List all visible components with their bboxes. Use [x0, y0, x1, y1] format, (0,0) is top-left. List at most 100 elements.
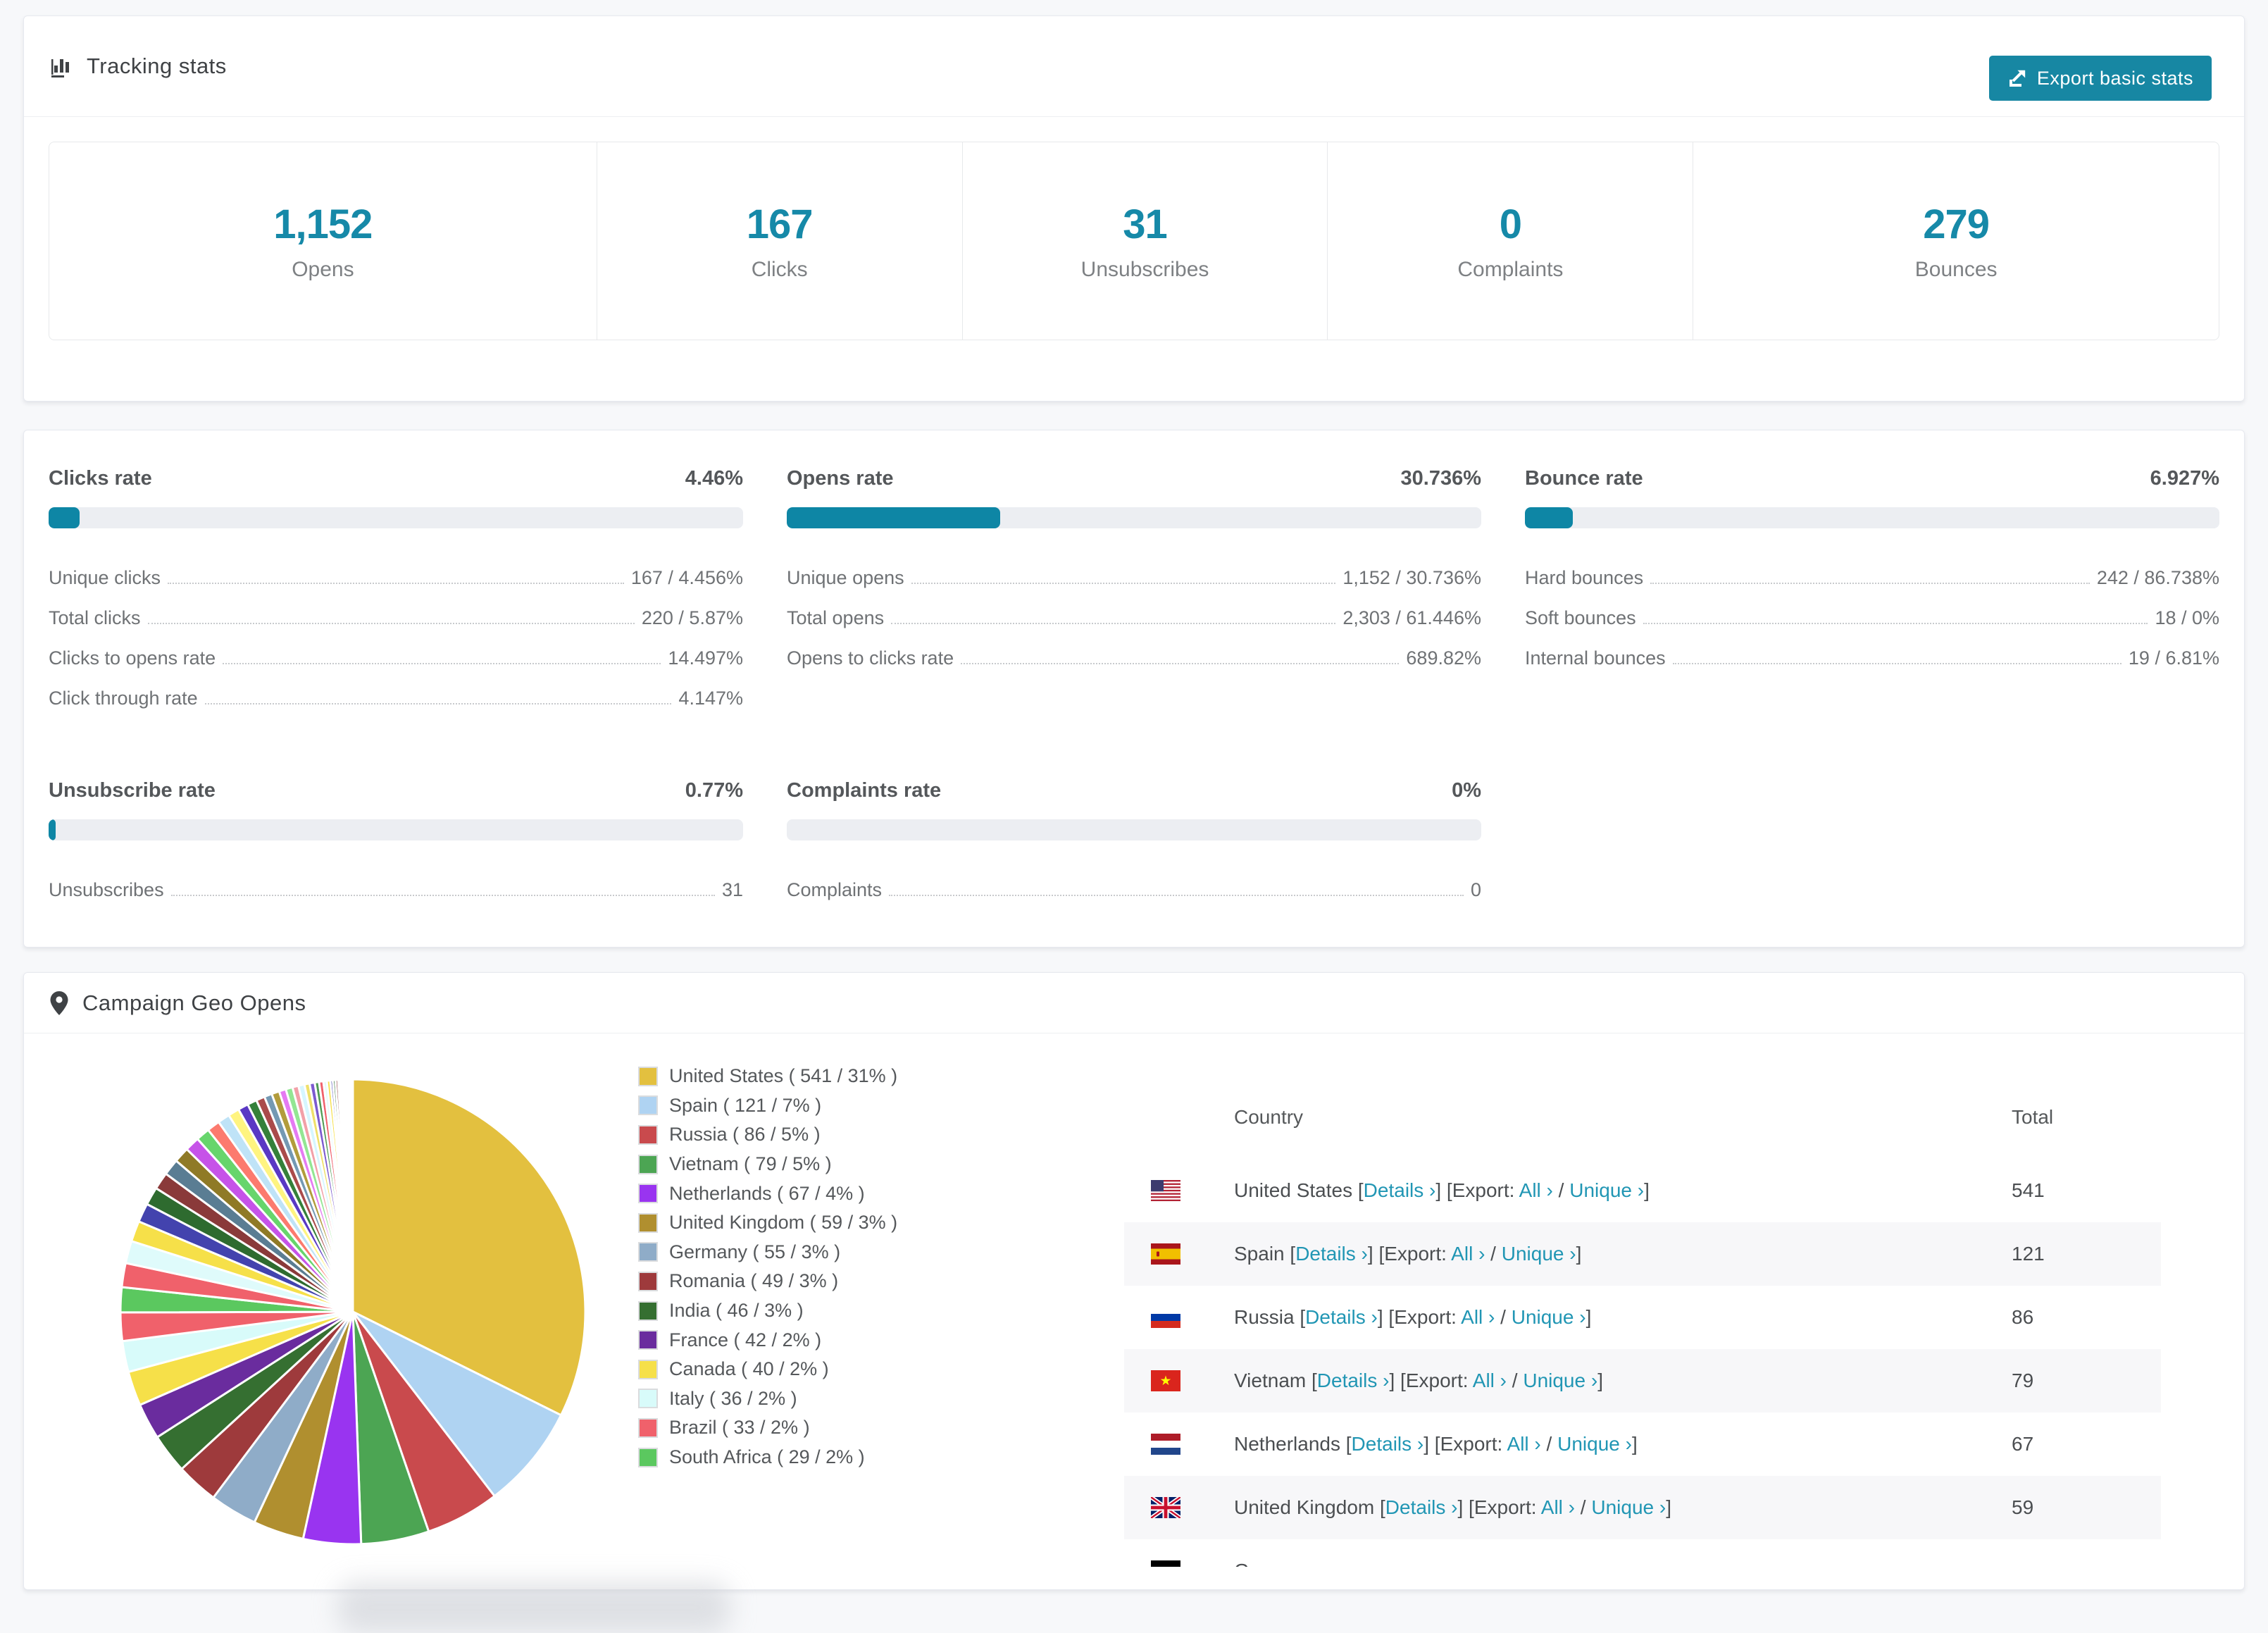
- legend-item: Vietnam ( 79 / 5% ): [638, 1150, 897, 1179]
- export-all-link[interactable]: All ›: [1541, 1496, 1575, 1518]
- tracking-stats-card: Tracking stats Export basic stats 1,152 …: [23, 15, 2245, 402]
- export-basic-stats-button[interactable]: Export basic stats: [1988, 56, 2212, 101]
- dotted-leader: [911, 583, 1336, 584]
- total-value: 121: [2012, 1243, 2045, 1265]
- rates-card: Clicks rate 4.46% Unique clicks 167 / 4.4…: [23, 430, 2245, 948]
- legend-item: Romania ( 49 / 3% ): [638, 1267, 897, 1296]
- detail-row: Hard bounces 242 / 86.738%: [1525, 567, 2219, 588]
- country-name: Spain: [1234, 1243, 1285, 1265]
- total-value: 67: [2012, 1433, 2034, 1455]
- unsubscribe-rate-title: Unsubscribe rate: [49, 779, 216, 802]
- opens-rate-progressbar: [787, 507, 1481, 528]
- detail-row: Total clicks 220 / 5.87%: [49, 607, 743, 628]
- opens-rate-title: Opens rate: [787, 467, 894, 490]
- export-button-label: Export basic stats: [2036, 67, 2193, 89]
- detail-row: Total opens 2,303 / 61.446%: [787, 607, 1481, 628]
- geo-opens-card: Campaign Geo Opens United States ( 541 /…: [23, 972, 2245, 1590]
- details-link[interactable]: Details ›: [1385, 1496, 1458, 1518]
- unsubscribe-rate-block: Unsubscribe rate 0.77% Unsubscribes 31: [49, 779, 743, 910]
- details-link[interactable]: Details ›: [1352, 1433, 1424, 1455]
- stat-opens-value: 1,152: [273, 201, 373, 247]
- flag-spain-icon: [1151, 1243, 1180, 1265]
- stat-unsubscribes: 31 Unsubscribes: [963, 142, 1328, 340]
- details-link[interactable]: Details ›: [1364, 1179, 1436, 1201]
- export-icon: [2007, 68, 2027, 88]
- details-link[interactable]: Details ›: [1295, 1243, 1368, 1265]
- export-unique-link[interactable]: Unique ›: [1502, 1243, 1576, 1265]
- complaints-rate-title: Complaints rate: [787, 779, 942, 802]
- country-name: Germany: [1234, 1560, 1315, 1567]
- dotted-leader: [1643, 623, 2148, 624]
- total-value: 79: [2012, 1370, 2034, 1391]
- legend-swatch: [638, 1417, 658, 1438]
- stat-bounces: 279 Bounces: [1693, 142, 2219, 340]
- legend-item: United States ( 541 / 31% ): [638, 1062, 897, 1091]
- export-all-link[interactable]: All ›: [1461, 1306, 1495, 1328]
- flag-russia-icon: [1151, 1307, 1180, 1328]
- legend-swatch: [638, 1124, 658, 1145]
- unsubscribe-rate-progressbar: [49, 819, 743, 840]
- export-all-link[interactable]: All ›: [1473, 1370, 1507, 1391]
- country-name: United Kingdom: [1234, 1496, 1375, 1518]
- geo-header: Campaign Geo Opens: [24, 973, 2244, 1033]
- bounce-rate-block: Bounce rate 6.927% Hard bounces 242 / 86.…: [1525, 467, 2219, 719]
- export-unique-link[interactable]: Unique ›: [1523, 1370, 1597, 1391]
- detail-row: Unique opens 1,152 / 30.736%: [787, 567, 1481, 588]
- legend-item: Canada ( 40 / 2% ): [638, 1355, 897, 1384]
- pie-legend: United States ( 541 / 31% ) Spain ( 121 …: [638, 1062, 897, 1472]
- tracking-stats-header: Tracking stats Export basic stats: [24, 16, 2244, 117]
- flag-united-kingdom-icon: [1151, 1497, 1180, 1518]
- dotted-leader: [1672, 663, 2121, 664]
- export-all-link[interactable]: All ›: [1451, 1243, 1485, 1265]
- stats-summary: 1,152 Opens 167 Clicks 31 Unsubscribes 0…: [49, 142, 2219, 340]
- export-unique-link[interactable]: Unique ›: [1569, 1179, 1644, 1201]
- clicks-rate-value: 4.46%: [685, 467, 743, 490]
- dotted-leader: [961, 663, 1400, 664]
- flag-netherlands-icon: [1151, 1434, 1180, 1455]
- dotted-leader: [1650, 583, 2090, 584]
- unsubscribe-rate-value: 0.77%: [685, 779, 743, 802]
- dotted-leader: [223, 663, 661, 664]
- stat-bounces-label: Bounces: [1914, 257, 1998, 281]
- page-title: Tracking stats: [87, 54, 227, 78]
- legend-swatch: [638, 1066, 658, 1086]
- legend-swatch: [638, 1095, 658, 1116]
- legend-swatch: [638, 1300, 658, 1321]
- dotted-leader: [891, 623, 1336, 624]
- legend-swatch: [638, 1359, 658, 1379]
- export-unique-link[interactable]: Unique ›: [1512, 1306, 1586, 1328]
- detail-row: Internal bounces 19 / 6.81%: [1525, 647, 2219, 669]
- detail-row: Unsubscribes 31: [49, 879, 743, 900]
- details-link[interactable]: Details ›: [1317, 1370, 1390, 1391]
- bounce-rate-title: Bounce rate: [1525, 467, 1643, 490]
- bounce-rate-value: 6.927%: [2150, 467, 2219, 490]
- stat-clicks-label: Clicks: [751, 257, 808, 281]
- opens-rate-value: 30.736%: [1400, 467, 1482, 490]
- export-unique-link[interactable]: Unique ›: [1557, 1433, 1632, 1455]
- scroll-shadow-artifact: [338, 1582, 730, 1633]
- legend-swatch: [638, 1154, 658, 1174]
- dotted-leader: [170, 895, 715, 896]
- stat-complaints-value: 0: [1499, 201, 1522, 247]
- legend-swatch: [638, 1271, 658, 1291]
- total-value: 541: [2012, 1179, 2045, 1201]
- details-link[interactable]: Details ›: [1305, 1306, 1378, 1328]
- legend-swatch: [638, 1389, 658, 1409]
- stat-unsubscribes-value: 31: [1123, 201, 1168, 247]
- bounce-rate-progressbar: [1525, 507, 2219, 528]
- dotted-leader: [889, 895, 1464, 896]
- geo-title: Campaign Geo Opens: [82, 990, 306, 1015]
- detail-row: Unique clicks 167 / 4.456%: [49, 567, 743, 588]
- table-row-united-states: United States [Details ›] [Export: All ›…: [1124, 1159, 2161, 1222]
- legend-swatch: [638, 1184, 658, 1204]
- detail-row: Clicks to opens rate 14.497%: [49, 647, 743, 669]
- stat-clicks-value: 167: [746, 201, 814, 247]
- dotted-leader: [168, 583, 624, 584]
- legend-swatch: [638, 1212, 658, 1233]
- legend-swatch: [638, 1242, 658, 1262]
- export-all-link[interactable]: All ›: [1519, 1179, 1553, 1201]
- export-all-link[interactable]: All ›: [1507, 1433, 1541, 1455]
- export-unique-link[interactable]: Unique ›: [1591, 1496, 1666, 1518]
- geo-table-header: Country Total: [1124, 1076, 2161, 1159]
- legend-item: Russia ( 86 / 5% ): [638, 1120, 897, 1150]
